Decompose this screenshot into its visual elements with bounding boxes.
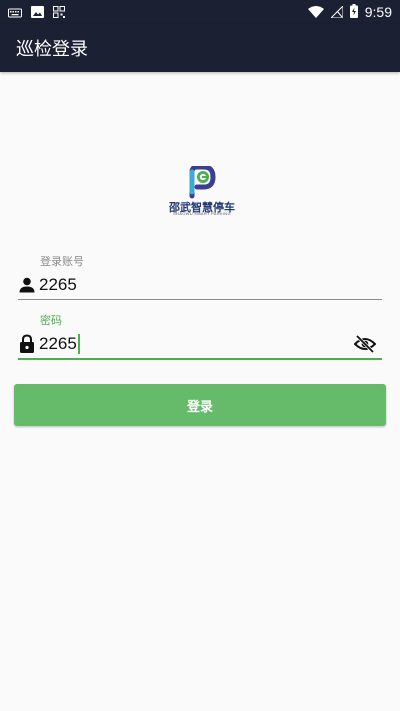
- password-field[interactable]: 2265: [18, 330, 382, 360]
- password-input[interactable]: 2265: [39, 331, 77, 357]
- text-cursor: [77, 334, 80, 354]
- parking-p-logo-icon: [189, 166, 216, 199]
- account-input[interactable]: [39, 271, 382, 298]
- login-button[interactable]: 登录: [14, 384, 386, 426]
- no-signal-icon: [329, 3, 344, 22]
- battery-charging-icon: [349, 3, 358, 22]
- lock-icon: [18, 334, 36, 354]
- qr-icon: [53, 3, 65, 22]
- keyboard-icon: [8, 3, 22, 22]
- status-time: 9:59: [364, 4, 392, 20]
- wifi-icon: [307, 3, 324, 22]
- account-field[interactable]: [18, 270, 382, 300]
- logo-subtitle: SHAOWU SMART PARKING: [173, 211, 231, 216]
- app-logo: 邵武智慧停车 SHAOWU SMART PARKING: [166, 166, 238, 216]
- person-icon: [18, 275, 36, 295]
- image-icon: [31, 3, 44, 22]
- visibility-off-icon[interactable]: [354, 333, 376, 355]
- account-label: 登录账号: [40, 255, 84, 268]
- app-bar: 巡检登录: [0, 24, 400, 72]
- status-bar: 9:59: [0, 0, 400, 24]
- page-title: 巡检登录: [16, 39, 88, 60]
- password-label: 密码: [40, 314, 62, 327]
